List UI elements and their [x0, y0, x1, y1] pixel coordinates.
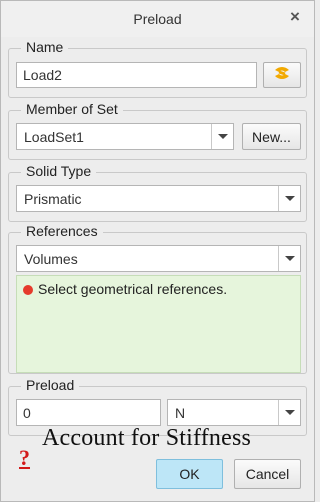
preload-unit-value: N: [175, 405, 186, 421]
references-group: References Volumes Select geometrical re…: [8, 223, 307, 374]
dialog-title: Preload: [133, 11, 182, 27]
name-legend: Name: [21, 39, 69, 55]
references-message: Select geometrical references.: [38, 281, 228, 297]
status-dot-icon: [23, 285, 33, 295]
member-of-set-value: LoadSet1: [24, 129, 84, 145]
help-icon[interactable]: ?: [19, 445, 37, 470]
references-legend: References: [21, 223, 103, 239]
new-set-button[interactable]: New...: [242, 123, 301, 150]
references-filter-dropdown[interactable]: [278, 246, 300, 271]
member-of-set-dropdown[interactable]: [211, 124, 233, 149]
references-filter-select[interactable]: Volumes: [16, 245, 301, 272]
name-group: Name: [8, 39, 307, 98]
title-bar[interactable]: Preload ×: [1, 1, 314, 37]
solid-type-group: Solid Type Prismatic: [8, 163, 307, 222]
chevron-down-icon: [218, 134, 228, 139]
references-collector[interactable]: Select geometrical references.: [16, 275, 301, 373]
preload-unit-dropdown[interactable]: [278, 400, 300, 425]
solid-type-legend: Solid Type: [21, 163, 97, 179]
preload-legend: Preload: [21, 377, 80, 393]
overlay-caption: Account for Stiffness: [42, 425, 252, 451]
member-of-set-group: Member of Set LoadSet1 New...: [8, 101, 307, 160]
chevron-down-icon: [285, 196, 295, 201]
preload-dialog: Preload × Name Member of Set LoadSet1 Ne…: [0, 0, 315, 502]
preload-unit-select[interactable]: N: [167, 399, 301, 426]
solid-type-value: Prismatic: [24, 191, 82, 207]
name-input[interactable]: [16, 62, 257, 88]
close-icon[interactable]: ×: [286, 7, 304, 27]
member-of-set-select[interactable]: LoadSet1: [16, 123, 234, 150]
references-filter-value: Volumes: [24, 251, 78, 267]
solid-type-dropdown[interactable]: [278, 186, 300, 211]
preload-value-input[interactable]: [16, 399, 161, 426]
solid-type-select[interactable]: Prismatic: [16, 185, 301, 212]
chevron-down-icon: [285, 410, 295, 415]
cancel-button[interactable]: Cancel: [234, 459, 301, 489]
member-of-set-legend: Member of Set: [21, 101, 123, 117]
color-picker-icon: [272, 67, 292, 85]
ok-button[interactable]: OK: [156, 459, 223, 489]
chevron-down-icon: [285, 256, 295, 261]
name-color-button[interactable]: [263, 62, 301, 88]
